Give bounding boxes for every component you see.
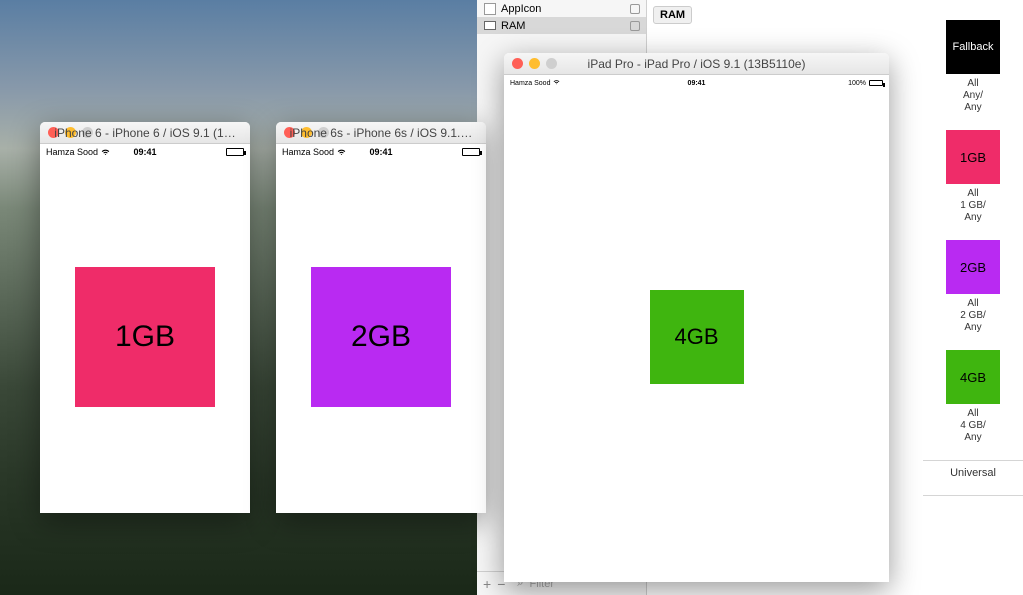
window-controls[interactable] <box>48 127 93 138</box>
titlebar[interactable]: iPhone 6 - iPhone 6 / iOS 9.1 (1… <box>40 122 250 144</box>
status-bar: Hamza Sood 09:41 100% <box>504 75 889 91</box>
asset-thumb-2gb: 2GB <box>946 240 1000 294</box>
sim-screen: 2GB <box>276 160 486 513</box>
minimize-icon[interactable] <box>301 127 312 138</box>
window-controls[interactable] <box>284 127 329 138</box>
ram-square: 4GB <box>650 290 744 384</box>
sim-screen: 1GB <box>40 160 250 513</box>
titlebar[interactable]: iPhone 6s - iPhone 6s / iOS 9.1.… <box>276 122 486 144</box>
asset-caption: All 2 GB/ Any <box>960 298 986 334</box>
asset-caption: All 4 GB/ Any <box>960 408 986 444</box>
imageset-icon <box>483 20 497 32</box>
close-icon[interactable] <box>48 127 59 138</box>
simulator-iphone6s: iPhone 6s - iPhone 6s / iOS 9.1.… Hamza … <box>276 122 486 513</box>
asset-name-tag[interactable]: RAM <box>653 6 692 24</box>
battery-icon <box>226 148 244 156</box>
asset-caption: All 1 GB/ Any <box>960 188 986 224</box>
battery-icon <box>869 80 883 86</box>
asset-tile[interactable]: 1GB All 1 GB/ Any <box>923 130 1023 224</box>
minimize-icon[interactable] <box>65 127 76 138</box>
time-label: 09:41 <box>276 147 486 157</box>
titlebar[interactable]: iPad Pro - iPad Pro / iOS 9.1 (13B5110e) <box>504 53 889 75</box>
close-icon[interactable] <box>512 58 523 69</box>
badge-icon <box>630 21 640 31</box>
status-bar: Hamza Sood 09:41 <box>276 144 486 160</box>
sidebar-item-label: RAM <box>501 20 525 32</box>
zoom-icon[interactable] <box>318 127 329 138</box>
appicon-icon <box>483 3 497 15</box>
universal-label: Universal <box>923 467 1023 479</box>
sidebar-item-appicon[interactable]: AppIcon <box>477 0 646 17</box>
divider <box>923 460 1023 461</box>
status-bar: Hamza Sood 09:41 <box>40 144 250 160</box>
asset-tile[interactable]: 2GB All 2 GB/ Any <box>923 240 1023 334</box>
zoom-icon[interactable] <box>82 127 93 138</box>
time-label: 09:41 <box>40 147 250 157</box>
close-icon[interactable] <box>284 127 295 138</box>
asset-caption: All Any/ Any <box>963 78 983 114</box>
divider <box>923 495 1023 496</box>
simulator-ipadpro: iPad Pro - iPad Pro / iOS 9.1 (13B5110e)… <box>504 53 889 582</box>
sim-screen: 4GB <box>504 91 889 582</box>
ram-square: 1GB <box>75 267 215 407</box>
zoom-icon[interactable] <box>546 58 557 69</box>
sidebar-item-label: AppIcon <box>501 3 541 15</box>
simulator-iphone6: iPhone 6 - iPhone 6 / iOS 9.1 (1… Hamza … <box>40 122 250 513</box>
ram-square: 2GB <box>311 267 451 407</box>
battery-icon <box>462 148 480 156</box>
asset-thumb-1gb: 1GB <box>946 130 1000 184</box>
minimize-icon[interactable] <box>529 58 540 69</box>
window-controls[interactable] <box>512 58 557 69</box>
asset-thumb-fallback: Fallback <box>946 20 1000 74</box>
sidebar-item-ram[interactable]: RAM <box>477 17 646 34</box>
asset-thumb-4gb: 4GB <box>946 350 1000 404</box>
add-button[interactable]: + <box>483 576 491 592</box>
asset-rail: Fallback All Any/ Any 1GB All 1 GB/ Any … <box>923 5 1023 502</box>
badge-icon <box>630 4 640 14</box>
time-label: 09:41 <box>504 80 889 87</box>
asset-tile[interactable]: Fallback All Any/ Any <box>923 20 1023 114</box>
asset-tile[interactable]: 4GB All 4 GB/ Any <box>923 350 1023 444</box>
window-title: iPad Pro - iPad Pro / iOS 9.1 (13B5110e) <box>504 57 889 71</box>
